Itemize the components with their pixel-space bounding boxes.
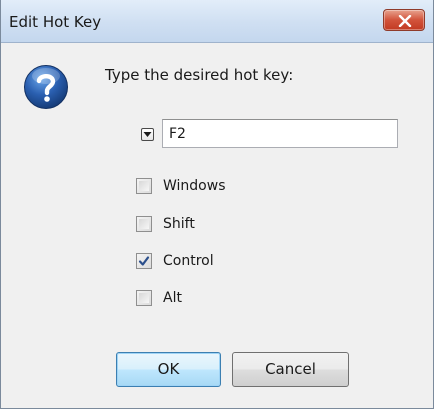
checkmark-icon	[138, 256, 150, 266]
dialog-title: Edit Hot Key	[9, 13, 102, 31]
close-icon	[398, 15, 412, 27]
edit-hot-key-dialog: Edit Hot Key Type the desired hot key: W…	[0, 0, 434, 409]
prompt-text: Type the desired hot key:	[105, 66, 294, 84]
chevron-down-icon	[143, 132, 152, 137]
cancel-button[interactable]: Cancel	[232, 352, 349, 387]
windows-checkbox[interactable]	[136, 178, 152, 194]
shift-checkbox[interactable]	[136, 216, 152, 232]
question-icon	[24, 65, 68, 109]
ok-button[interactable]: OK	[116, 352, 221, 387]
title-bar[interactable]: Edit Hot Key	[1, 0, 433, 43]
hot-key-input[interactable]	[162, 119, 398, 148]
key-dropdown-button[interactable]	[141, 128, 154, 141]
windows-label: Windows	[163, 178, 226, 194]
control-label: Control	[163, 253, 214, 269]
alt-label: Alt	[163, 290, 182, 306]
alt-checkbox[interactable]	[136, 290, 152, 306]
control-checkbox[interactable]	[136, 253, 152, 269]
close-button[interactable]	[383, 9, 425, 31]
shift-label: Shift	[163, 216, 195, 232]
